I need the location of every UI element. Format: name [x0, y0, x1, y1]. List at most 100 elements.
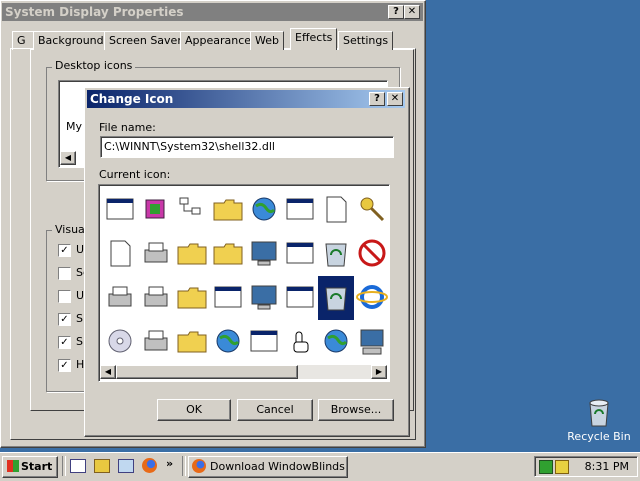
effect-checkbox-2[interactable] — [58, 267, 71, 280]
internet-explorer-icon — [356, 285, 388, 309]
tab-general[interactable]: G — [12, 31, 35, 50]
recycle-bin-icon — [589, 399, 609, 427]
dialog-title: Change Icon — [90, 92, 174, 106]
icon-cell[interactable] — [318, 188, 354, 232]
icon-cell[interactable] — [318, 232, 354, 276]
icon-cell[interactable] — [246, 276, 282, 320]
dialog-help-button[interactable]: ? — [369, 92, 385, 106]
globe-computer-icon — [252, 197, 276, 221]
scroll-thumb[interactable] — [116, 365, 298, 379]
icon-cell[interactable] — [174, 276, 210, 320]
icon-cell[interactable] — [138, 276, 174, 320]
keys-icon — [360, 197, 385, 222]
browse-button[interactable]: Browse... — [318, 399, 394, 421]
file-name-field[interactable]: C:\WINNT\System32\shell32.dll — [100, 136, 394, 158]
effect-checkbox-4[interactable]: ✓ — [58, 313, 71, 326]
hand-pointer-icon — [293, 331, 309, 353]
recycle-bin-icon — [325, 287, 347, 311]
recycle-bin-desktop-item[interactable]: Recycle Bin — [566, 398, 632, 448]
display-properties-titlebar[interactable]: System Display Properties — [2, 3, 423, 21]
icon-cell[interactable] — [102, 276, 138, 320]
recycle-bin-label: Recycle Bin — [567, 430, 631, 443]
network-cube-icon — [145, 199, 165, 219]
printer-network-icon — [108, 286, 132, 307]
tray-security-icon[interactable] — [555, 460, 569, 474]
clock[interactable]: 8:31 PM — [585, 460, 629, 473]
icon-grid — [102, 188, 388, 364]
icon-cell[interactable] — [282, 188, 318, 232]
icon-cell[interactable] — [210, 276, 246, 320]
recycle-bin-icon — [325, 243, 347, 267]
icon-cell[interactable] — [318, 320, 354, 364]
effect-checkbox-6[interactable]: ✓ — [58, 359, 71, 372]
folder-star-icon — [177, 287, 207, 309]
tree-folder-icon — [177, 331, 207, 353]
icon-cell[interactable] — [174, 188, 210, 232]
window-list-icon — [286, 198, 314, 220]
quicklaunch-chevron[interactable]: » — [166, 457, 173, 470]
icon-cell[interactable] — [282, 276, 318, 320]
tab-general-label: G — [17, 34, 26, 47]
icon-cell[interactable] — [138, 188, 174, 232]
tab-background[interactable]: Background — [33, 31, 109, 50]
ok-button[interactable]: OK — [157, 399, 231, 421]
icon-cell[interactable] — [246, 188, 282, 232]
icon-cell[interactable] — [282, 232, 318, 276]
icon-cell[interactable] — [354, 232, 390, 276]
icon-cell[interactable] — [282, 320, 318, 364]
change-icon-titlebar[interactable]: Change Icon — [87, 90, 405, 108]
tab-screen-saver[interactable]: Screen Saver — [104, 31, 187, 50]
firefox-shortcut-icon[interactable] — [142, 458, 157, 473]
icon-cell[interactable] — [210, 188, 246, 232]
desktop-icons-scrollbar[interactable]: ◀ — [60, 151, 86, 165]
icon-cell[interactable] — [354, 320, 390, 364]
effect-checkbox-1[interactable]: ✓ — [58, 244, 71, 257]
icon-cell[interactable] — [210, 320, 246, 364]
icon-cell[interactable] — [102, 320, 138, 364]
computer-icon — [360, 329, 384, 355]
tab-web[interactable]: Web — [250, 31, 284, 50]
desktop-shortcut-icon[interactable] — [70, 459, 86, 473]
cancel-button[interactable]: Cancel — [237, 399, 313, 421]
close-button[interactable]: ✕ — [404, 5, 420, 19]
cd-drive-icon — [108, 329, 132, 353]
globe-doc-icon — [216, 329, 240, 353]
icon-cell[interactable] — [246, 320, 282, 364]
icon-cell[interactable] — [174, 320, 210, 364]
icon-cell[interactable] — [246, 232, 282, 276]
search-shortcut-icon[interactable] — [118, 459, 134, 473]
tab-effects[interactable]: Effects — [290, 28, 338, 50]
monitor-icon — [251, 241, 277, 266]
taskbar-task-button[interactable]: Download WindowBlinds 4... — [188, 456, 348, 478]
scroll-left-button[interactable]: ◀ — [60, 151, 76, 165]
explorer-shortcut-icon[interactable] — [94, 459, 110, 473]
scroll-right-button[interactable]: ▶ — [371, 365, 387, 379]
icon-cell[interactable] — [354, 276, 390, 320]
effect-checkbox-5[interactable]: ✓ — [58, 336, 71, 349]
no-sign-icon — [358, 239, 386, 267]
windows-logo-icon — [7, 460, 19, 472]
window-icon — [286, 242, 314, 264]
help-button[interactable]: ? — [388, 5, 404, 19]
icon-cell[interactable] — [102, 188, 138, 232]
gear-window-icon — [214, 286, 242, 308]
printer-check-icon — [144, 242, 168, 263]
tray-network-icon[interactable] — [539, 460, 553, 474]
folder-network-icon — [213, 199, 243, 221]
tab-appearance[interactable]: Appearance — [180, 31, 257, 50]
current-icon-label: Current icon: — [99, 168, 171, 181]
dialog-close-button[interactable]: ✕ — [387, 92, 403, 106]
tab-settings[interactable]: Settings — [338, 31, 394, 50]
printer-check-icon — [144, 286, 168, 307]
icon-cell[interactable] — [174, 232, 210, 276]
icon-cell[interactable] — [138, 320, 174, 364]
effect-checkbox-3[interactable] — [58, 290, 71, 303]
start-button[interactable]: Start — [2, 456, 58, 478]
icon-cell[interactable] — [138, 232, 174, 276]
icon-cell[interactable] — [318, 276, 354, 320]
scroll-left-button[interactable]: ◀ — [100, 365, 116, 379]
icon-list-scrollbar[interactable]: ◀ ▶ — [100, 365, 387, 379]
icon-cell[interactable] — [354, 188, 390, 232]
icon-cell[interactable] — [210, 232, 246, 276]
icon-cell[interactable] — [102, 232, 138, 276]
